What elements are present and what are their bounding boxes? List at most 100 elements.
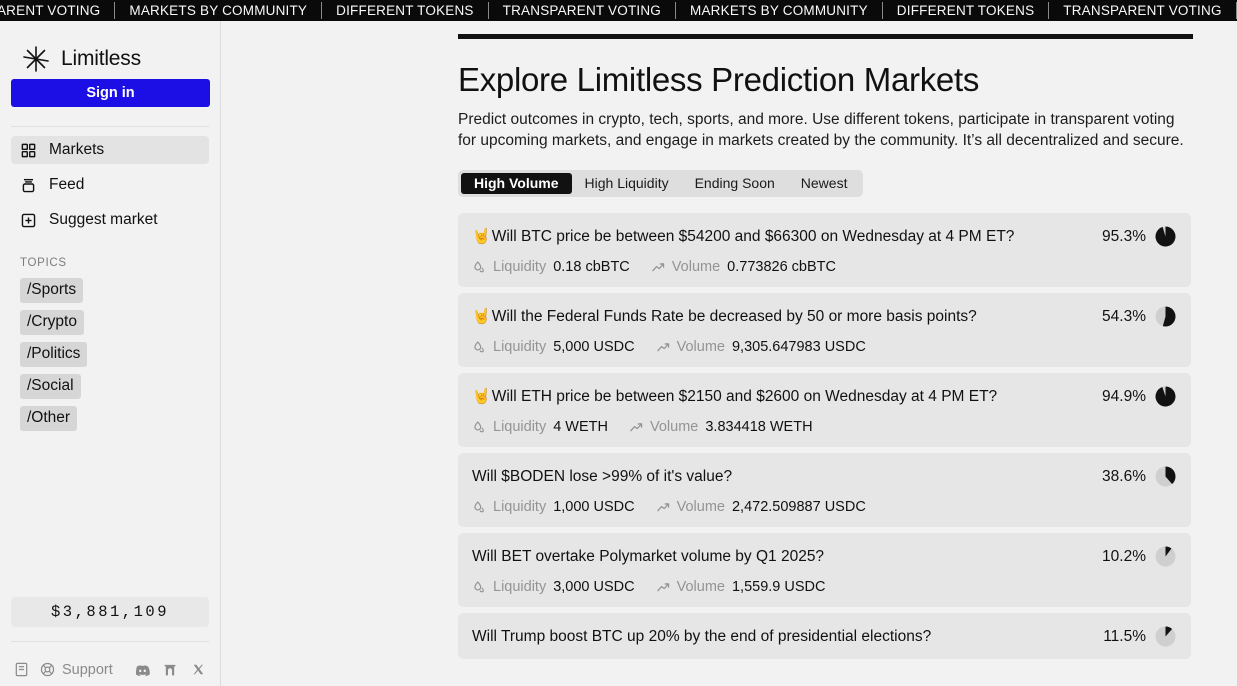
sidebar-item-markets[interactable]: Markets bbox=[11, 136, 209, 164]
odds-pie-icon bbox=[1155, 546, 1176, 567]
liquidity-value: 3,000 USDC bbox=[553, 579, 635, 595]
volume-group: Volume 9,305.647983 USDC bbox=[656, 339, 866, 355]
market-percent: 95.3% bbox=[1102, 227, 1146, 245]
marquee-item: DIFFERENT TOKENS bbox=[336, 3, 474, 18]
market-title: Will the Federal Funds Rate be decreased… bbox=[491, 307, 977, 325]
market-title-wrap: Will $BODEN lose >99% of it's value? bbox=[472, 468, 732, 486]
market-card[interactable]: Will Trump boost BTC up 20% by the end o… bbox=[458, 613, 1191, 659]
liquidity-value: 0.18 cbBTC bbox=[553, 259, 630, 275]
volume-label: Volume bbox=[671, 259, 721, 275]
market-odds: 94.9% bbox=[1102, 386, 1176, 407]
topics-section: TOPICS /Sports/Crypto/Politics/Social/Ot… bbox=[0, 241, 220, 438]
volume-group: Volume 3.834418 WETH bbox=[629, 419, 813, 435]
market-title-wrap: 🤘 Will the Federal Funds Rate be decrease… bbox=[472, 308, 977, 326]
horns-emoji-icon: 🤘 bbox=[472, 387, 491, 405]
x-icon[interactable] bbox=[190, 661, 207, 678]
horns-emoji-icon: 🤘 bbox=[472, 307, 491, 325]
volume-group: Volume 2,472.509887 USDC bbox=[656, 499, 866, 515]
volume-label: Volume bbox=[676, 499, 725, 515]
market-odds: 11.5% bbox=[1103, 626, 1176, 647]
odds-pie-icon bbox=[1155, 386, 1176, 407]
market-card-header: 🤘 Will the Federal Funds Rate be decrease… bbox=[472, 306, 1176, 327]
market-list: 🤘 Will BTC price be between $54200 and $6… bbox=[458, 213, 1191, 659]
sign-in-button[interactable]: Sign in bbox=[11, 79, 210, 107]
farcaster-icon[interactable] bbox=[162, 661, 179, 678]
sidebar-item-suggest-market[interactable]: Suggest market bbox=[11, 206, 209, 234]
market-card[interactable]: Will BET overtake Polymarket volume by Q… bbox=[458, 533, 1191, 607]
discord-icon[interactable] bbox=[134, 661, 151, 678]
support-link[interactable]: Support bbox=[39, 661, 113, 678]
trending-up-icon bbox=[656, 340, 671, 355]
droplet-icon bbox=[472, 340, 487, 355]
liquidity-group: Liquidity 0.18 cbBTC bbox=[472, 259, 630, 275]
volume-value: 2,472.509887 USDC bbox=[731, 499, 866, 515]
book-icon[interactable] bbox=[13, 661, 30, 678]
market-odds: 54.3% bbox=[1102, 306, 1176, 327]
tab-high-liquidity[interactable]: High Liquidity bbox=[572, 173, 682, 194]
liquidity-value: 1,000 USDC bbox=[553, 499, 635, 515]
market-meta: Liquidity 5,000 USDC Volume 9,305.647983 US… bbox=[472, 339, 1176, 355]
market-odds: 38.6% bbox=[1102, 466, 1176, 487]
topic-chip-sports[interactable]: /Sports bbox=[20, 278, 84, 303]
tab-newest[interactable]: Newest bbox=[788, 173, 861, 194]
market-card[interactable]: 🤘 Will the Federal Funds Rate be decrease… bbox=[458, 293, 1191, 367]
liquidity-label: Liquidity bbox=[493, 259, 547, 275]
tab-high-volume[interactable]: High Volume bbox=[461, 173, 572, 194]
market-odds: 10.2% bbox=[1102, 546, 1176, 567]
feed-icon bbox=[20, 177, 37, 194]
top-rule bbox=[458, 34, 1193, 39]
sidebar-item-label: Feed bbox=[49, 176, 85, 193]
topic-chip-politics[interactable]: /Politics bbox=[20, 342, 88, 367]
liquidity-label: Liquidity bbox=[493, 419, 547, 435]
liquidity-label: Liquidity bbox=[493, 499, 547, 515]
liquidity-value: 5,000 USDC bbox=[553, 339, 635, 355]
topic-chip-crypto[interactable]: /Crypto bbox=[20, 310, 84, 335]
marquee-item: MARKETS BY COMMUNITY bbox=[129, 3, 308, 18]
sidebar-item-feed[interactable]: Feed bbox=[11, 171, 209, 199]
droplet-icon bbox=[472, 580, 487, 595]
volume-value: 9,305.647983 USDC bbox=[731, 339, 866, 355]
lifebuoy-icon bbox=[39, 661, 56, 678]
limitless-logo-icon bbox=[20, 43, 52, 75]
volume-value: 3.834418 WETH bbox=[705, 419, 813, 435]
odds-pie-icon bbox=[1155, 226, 1176, 247]
droplet-icon bbox=[472, 260, 487, 275]
volume-label: Volume bbox=[649, 419, 699, 435]
market-card-header: 🤘 Will BTC price be between $54200 and $6… bbox=[472, 226, 1176, 247]
market-meta: Liquidity 4 WETH Volume 3.834418 WETH bbox=[472, 419, 1176, 435]
topic-chip-other[interactable]: /Other bbox=[20, 406, 78, 431]
market-title: Will Trump boost BTC up 20% by the end o… bbox=[472, 627, 932, 645]
volume-group: Volume 1,559.9 USDC bbox=[656, 579, 825, 595]
market-card[interactable]: 🤘 Will ETH price be between $2150 and $26… bbox=[458, 373, 1191, 447]
page-subtitle: Predict outcomes in crypto, tech, sports… bbox=[458, 111, 1184, 149]
market-card-header: 🤘 Will ETH price be between $2150 and $26… bbox=[472, 386, 1176, 407]
topics-title: TOPICS bbox=[20, 257, 67, 269]
volume-label: Volume bbox=[676, 339, 725, 355]
tab-ending-soon[interactable]: Ending Soon bbox=[682, 173, 788, 194]
market-odds: 95.3% bbox=[1102, 226, 1176, 247]
trending-up-icon bbox=[656, 500, 671, 515]
sidebar-item-label: Suggest market bbox=[49, 211, 158, 228]
market-percent: 10.2% bbox=[1102, 547, 1146, 565]
odds-pie-icon bbox=[1155, 626, 1176, 647]
droplet-icon bbox=[472, 500, 487, 515]
grid-icon bbox=[20, 142, 37, 159]
sidebar-nav: Markets Feed Suggest market bbox=[0, 127, 220, 241]
brand[interactable]: Limitless bbox=[0, 21, 220, 79]
marquee-item: TRANSPARENT VOTING bbox=[502, 3, 662, 18]
topic-chip-social[interactable]: /Social bbox=[20, 374, 81, 399]
market-card-header: Will Trump boost BTC up 20% by the end o… bbox=[472, 626, 1176, 647]
liquidity-group: Liquidity 1,000 USDC bbox=[472, 499, 635, 515]
trending-up-icon bbox=[629, 420, 644, 435]
market-card[interactable]: Will $BODEN lose >99% of it's value? 38.6… bbox=[458, 453, 1191, 527]
sidebar-footer: Support bbox=[0, 642, 220, 686]
marquee-item: TRANSPARENT VOTING bbox=[0, 3, 101, 18]
market-meta: Liquidity 3,000 USDC Volume 1,559.9 USDC bbox=[472, 579, 1176, 595]
market-card[interactable]: 🤘 Will BTC price be between $54200 and $6… bbox=[458, 213, 1191, 287]
market-title-wrap: 🤘 Will ETH price be between $2150 and $26… bbox=[472, 388, 997, 406]
market-meta: Liquidity 1,000 USDC Volume 2,472.509887 US… bbox=[472, 499, 1176, 515]
liquidity-label: Liquidity bbox=[493, 579, 547, 595]
droplet-icon bbox=[472, 420, 487, 435]
liquidity-value: 4 WETH bbox=[553, 419, 608, 435]
trending-up-icon bbox=[651, 260, 666, 275]
